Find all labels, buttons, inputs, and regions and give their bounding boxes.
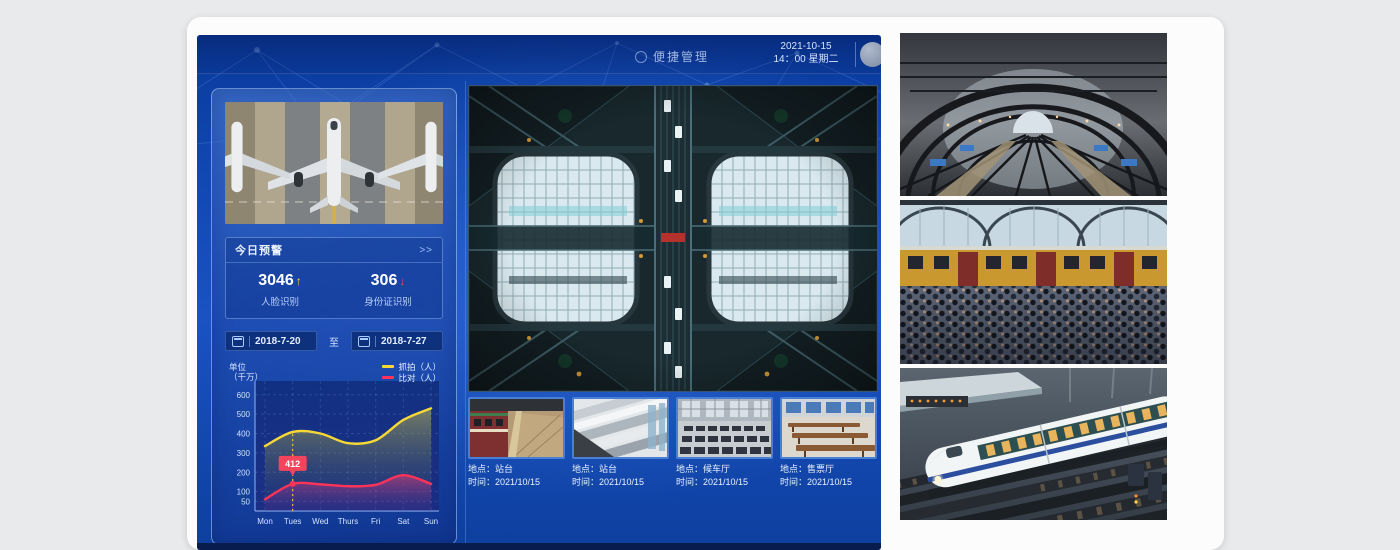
app-logo-icon [635,51,647,63]
main-camera-view[interactable] [468,85,878,392]
alert-title: 今日预警 [235,242,283,258]
svg-text:Thurs: Thurs [338,517,358,526]
gallery-photo-bullet-train [900,368,1167,520]
chart-legend: 抓拍（人）比对（人） [382,361,441,383]
chart-unit-label: 单位 （千万） [229,362,263,382]
date-range-separator: 至 [329,334,339,349]
start-date-value: 2018-7-20 [255,336,301,347]
svg-text:Sat: Sat [397,517,410,526]
feed-time: 时间：2021/10/15 [468,476,565,489]
airport-photo [225,102,443,224]
start-date-picker[interactable]: 2018-7-20 [225,331,317,351]
svg-text:Mon: Mon [257,517,273,526]
dashboard-footer [197,543,881,550]
header-bar: 便捷管理 2021-10-15 14：00 星期二 [197,35,881,74]
end-date-value: 2018-7-27 [381,336,427,347]
stat-value: 3046 [258,272,294,289]
feed-location: 地点：站台 [468,463,565,476]
date-range-row: 2018-7-20 至 2018-7-27 [225,331,443,351]
svg-text:200: 200 [237,468,251,477]
legend-swatch [382,365,394,368]
svg-text:Wed: Wed [312,517,328,526]
header-date: 2021-10-15 [765,40,847,53]
svg-text:Tues: Tues [284,517,302,526]
feed-location: 地点：售票厅 [780,463,877,476]
header-datetime: 2021-10-15 14：00 星期二 [765,40,847,66]
svg-text:600: 600 [237,391,251,400]
svg-text:Fri: Fri [371,517,381,526]
camera-feed-2-image [572,397,669,459]
svg-text:412: 412 [285,459,300,469]
camera-feed-4-image [780,397,877,459]
end-date-picker[interactable]: 2018-7-27 [351,331,443,351]
left-panel: 今日预警 >> 3046↑ 人脸识别 306↓ 身份证识别 [211,88,457,545]
stat-face-recognition: 3046↑ 人脸识别 [226,272,334,308]
gallery-photo-crowded-platform [900,200,1167,364]
datebox-divider [375,336,376,347]
camera-feed-1-image [468,397,565,459]
down-arrow-icon: ↓ [399,274,405,288]
chart-canvas: 600 500 400 300 200 10050 412 Mon Tues Wed Thurs Fr… [225,361,443,539]
svg-text:100: 100 [237,488,251,497]
svg-text:400: 400 [237,430,251,439]
svg-text:500: 500 [237,410,251,419]
stat-label: 人脸识别 [226,294,334,308]
header-time: 14：00 星期二 [765,53,847,66]
stat-id-recognition: 306↓ 身份证识别 [334,272,442,308]
camera-feed-3[interactable]: 地点：候车厅 时间：2021/10/15 [676,397,773,489]
stat-label: 身份证识别 [334,294,442,308]
datebox-divider [249,336,250,347]
stat-value: 306 [371,272,398,289]
camera-feed-4[interactable]: 地点：售票厅 时间：2021/10/15 [780,397,877,489]
legend-item: 抓拍（人） [382,361,441,372]
camera-feed-3-image [676,397,773,459]
column-divider [465,81,466,543]
legend-item: 比对（人） [382,372,441,383]
camera-feed-1[interactable]: 地点：站台 时间：2021/10/15 [468,397,565,489]
calendar-icon [358,336,370,347]
app-title: 便捷管理 [635,48,709,65]
user-avatar[interactable] [860,42,881,67]
up-arrow-icon: ↑ [296,274,302,288]
today-alert-card: 今日预警 >> 3046↑ 人脸识别 306↓ 身份证识别 [225,237,443,319]
svg-text:300: 300 [237,449,251,458]
feed-time: 时间：2021/10/15 [780,476,877,489]
content-card: 便捷管理 2021-10-15 14：00 星期二 [187,17,1224,550]
calendar-icon [232,336,244,347]
gallery-photo-station-hall [900,33,1167,196]
page-background: 便捷管理 2021-10-15 14：00 星期二 [0,0,1400,550]
svg-text:Sun: Sun [424,517,438,526]
header-divider [855,42,856,67]
legend-label: 比对（人） [398,372,441,384]
feed-time: 时间：2021/10/15 [572,476,669,489]
app-title-text: 便捷管理 [653,48,709,65]
feed-location: 地点：候车厅 [676,463,773,476]
legend-swatch [382,376,394,379]
feed-time: 时间：2021/10/15 [676,476,773,489]
camera-feed-2[interactable]: 地点：站台 时间：2021/10/15 [572,397,669,489]
trend-chart: 单位 （千万） 抓拍（人）比对（人） 600 500 400 300 200 10050 4… [225,361,443,539]
svg-text:50: 50 [241,497,250,506]
dashboard-panel: 便捷管理 2021-10-15 14：00 星期二 [197,35,881,550]
camera-thumbnails: 地点：站台 时间：2021/10/15 [468,397,880,489]
alert-more-link[interactable]: >> [419,245,433,256]
feed-location: 地点：站台 [572,463,669,476]
